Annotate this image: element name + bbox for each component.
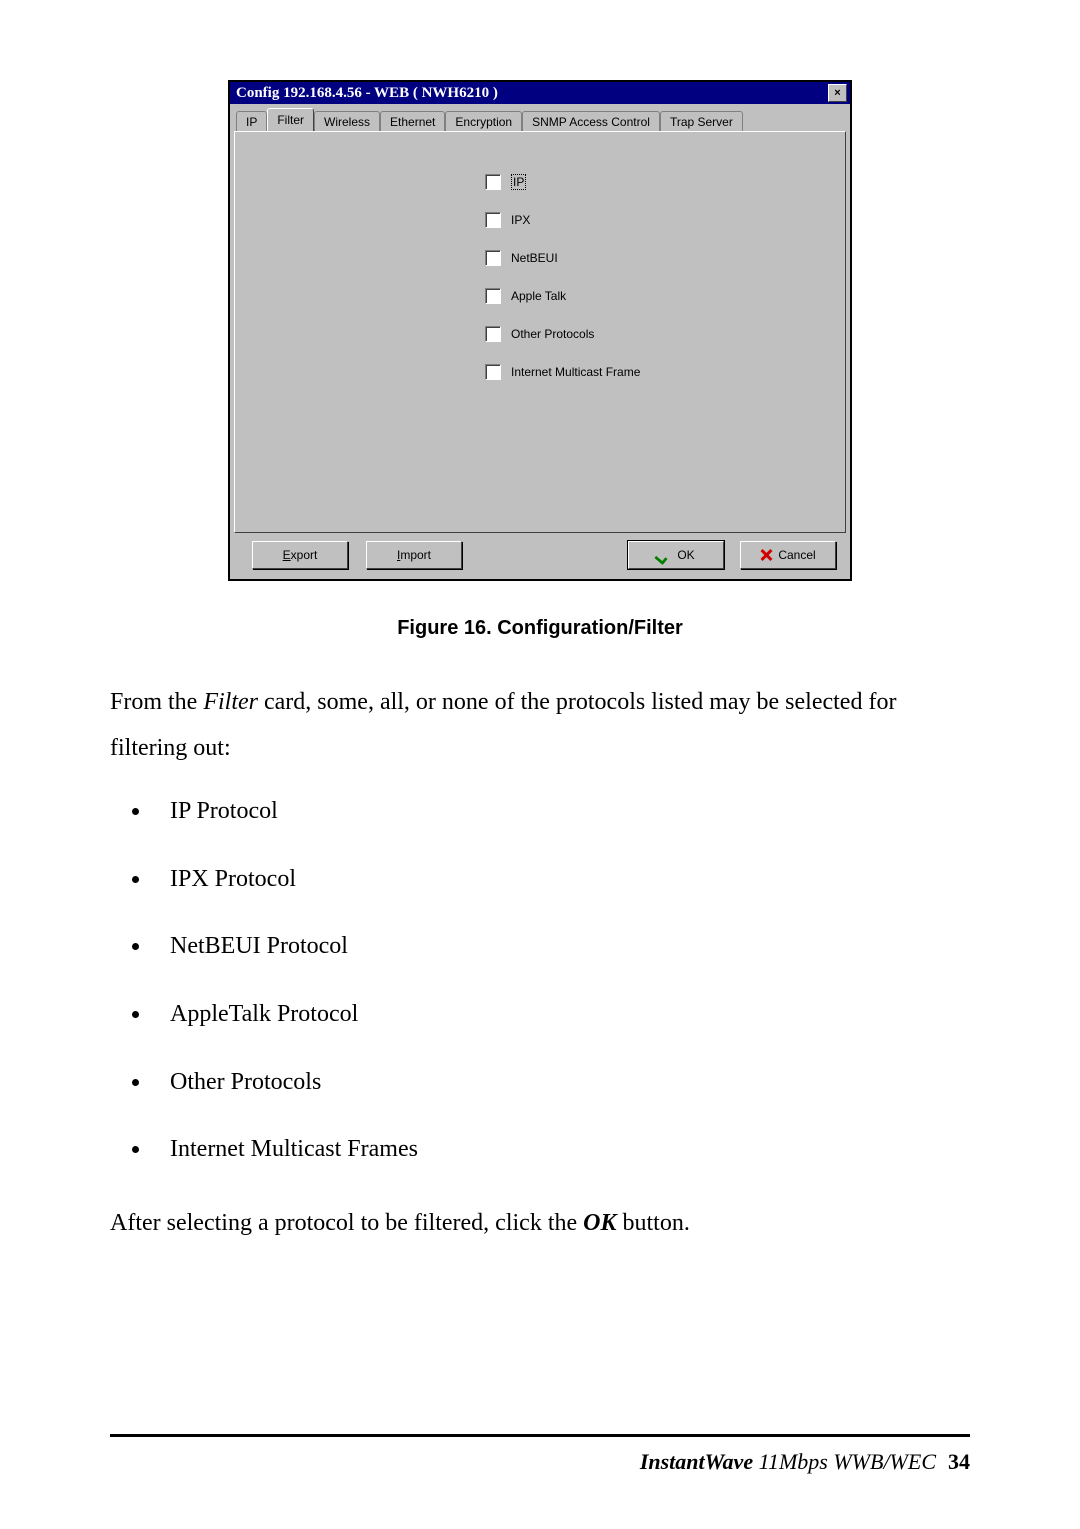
checkbox-ip[interactable]: [485, 174, 501, 190]
footer: InstantWave 11Mbps WWB/WEC 34: [640, 1449, 970, 1475]
config-window: Config 192.168.4.56 - WEB ( NWH6210 ) × …: [228, 80, 852, 581]
checkbox-netbeui[interactable]: [485, 250, 501, 266]
checkbox-multicast-label: Internet Multicast Frame: [511, 365, 640, 379]
checkbox-netbeui-row: NetBEUI: [485, 248, 825, 268]
tab-page-filter: IP IPX NetBEUI Apple Talk Other Protocol…: [234, 131, 846, 533]
titlebar: Config 192.168.4.56 - WEB ( NWH6210 ) ×: [230, 82, 850, 104]
close-icon[interactable]: ×: [828, 84, 847, 102]
checkbox-other-row: Other Protocols: [485, 324, 825, 344]
list-item: AppleTalk Protocol: [152, 992, 970, 1038]
checkbox-appletalk-row: Apple Talk: [485, 286, 825, 306]
checkbox-ipx[interactable]: [485, 212, 501, 228]
paragraph-2: After selecting a protocol to be filtere…: [110, 1201, 970, 1247]
checkbox-appletalk-label: Apple Talk: [511, 289, 566, 303]
list-item: IP Protocol: [152, 789, 970, 835]
checkbox-netbeui-label: NetBEUI: [511, 251, 558, 265]
checkbox-multicast-row: Internet Multicast Frame: [485, 362, 825, 382]
body-text: From the Filter card, some, all, or none…: [110, 680, 970, 1246]
tab-snmp[interactable]: SNMP Access Control: [522, 111, 660, 132]
window-title: Config 192.168.4.56 - WEB ( NWH6210 ): [236, 85, 828, 102]
x-icon: [760, 549, 772, 561]
checkbox-ip-label: IP: [511, 174, 526, 190]
window-client: IP Filter Wireless Ethernet Encryption S…: [230, 104, 850, 579]
tab-trap[interactable]: Trap Server: [660, 111, 743, 132]
import-button[interactable]: Import: [366, 541, 462, 569]
ok-term: OK: [583, 1210, 616, 1236]
checkbox-multicast[interactable]: [485, 364, 501, 380]
checkbox-appletalk[interactable]: [485, 288, 501, 304]
paragraph-1: From the Filter card, some, all, or none…: [110, 680, 970, 771]
check-icon: [657, 550, 671, 560]
tabstrip: IP Filter Wireless Ethernet Encryption S…: [234, 108, 846, 131]
checkbox-ipx-label: IPX: [511, 213, 530, 227]
button-bar: Export Import OK Cancel: [234, 533, 846, 575]
filter-term: Filter: [203, 689, 258, 715]
tab-ip[interactable]: IP: [236, 111, 267, 132]
list-item: IPX Protocol: [152, 857, 970, 903]
footer-rule: [110, 1434, 970, 1437]
tab-wireless[interactable]: Wireless: [314, 111, 380, 132]
cancel-button-label: Cancel: [778, 548, 815, 562]
tab-ethernet[interactable]: Ethernet: [380, 111, 445, 132]
list-item: Other Protocols: [152, 1060, 970, 1106]
list-item: NetBEUI Protocol: [152, 924, 970, 970]
figure-caption: Figure 16. Configuration/Filter: [110, 617, 970, 640]
checkbox-other[interactable]: [485, 326, 501, 342]
cancel-button[interactable]: Cancel: [740, 541, 836, 569]
list-item: Internet Multicast Frames: [152, 1127, 970, 1173]
checkbox-other-label: Other Protocols: [511, 327, 594, 341]
protocol-list: IP Protocol IPX Protocol NetBEUI Protoco…: [110, 789, 970, 1173]
ok-button-label: OK: [677, 548, 694, 562]
tab-encryption[interactable]: Encryption: [445, 111, 522, 132]
footer-model: 11Mbps WWB/WEC: [753, 1449, 936, 1474]
tab-filter[interactable]: Filter: [267, 108, 314, 131]
ok-button[interactable]: OK: [628, 541, 724, 569]
export-button[interactable]: Export: [252, 541, 348, 569]
footer-brand: InstantWave: [640, 1449, 753, 1474]
footer-page: 34: [948, 1449, 970, 1474]
checkbox-ipx-row: IPX: [485, 210, 825, 230]
checkbox-ip-row: IP: [485, 172, 825, 192]
